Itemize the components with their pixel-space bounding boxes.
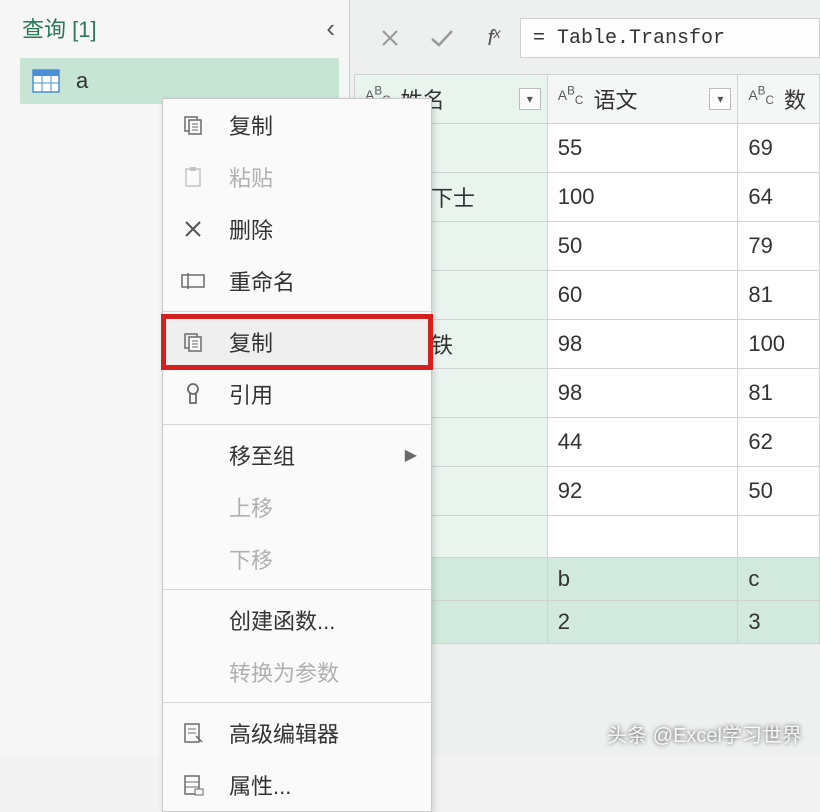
menu-move-to-group[interactable]: 移至组 ▶ [163,429,431,481]
type-indicator: ABC [748,87,774,103]
menu-label: 上移 [229,491,273,523]
context-menu: 复制 粘贴 删除 重命名 [162,98,432,812]
menu-paste: 粘贴 [163,151,431,203]
paste-icon [177,166,209,188]
rename-icon [177,272,209,290]
menu-create-function[interactable]: 创建函数... [163,594,431,646]
cell-value[interactable]: 98 [547,369,738,418]
menu-duplicate[interactable]: 复制 [163,316,431,368]
cell-value[interactable]: 79 [738,222,820,271]
column-header-chinese[interactable]: ABC 语文 ▾ [547,75,738,124]
menu-copy[interactable]: 复制 [163,99,431,151]
cell-value[interactable]: 60 [547,271,738,320]
menu-separator [163,424,431,425]
duplicate-icon [177,331,209,353]
cell-value[interactable]: c [738,558,820,601]
menu-label: 重命名 [229,265,295,297]
cell-value[interactable]: 100 [547,173,738,222]
menu-label: 下移 [229,543,273,575]
watermark: 头条 @Excel学习世界 [607,719,802,748]
panel-title: 查询 [22,17,66,42]
filter-dropdown-icon[interactable]: ▾ [709,88,731,110]
menu-properties[interactable]: 属性... [163,759,431,811]
type-indicator: ABC [558,87,584,103]
cell-value[interactable]: b [547,558,738,601]
formula-input[interactable] [520,18,820,58]
menu-reference[interactable]: 引用 [163,368,431,420]
properties-icon [177,774,209,796]
cell-value[interactable]: 44 [547,418,738,467]
cell-value[interactable]: 50 [547,222,738,271]
menu-separator [163,702,431,703]
menu-label: 删除 [229,213,273,245]
cell-value[interactable]: 55 [547,124,738,173]
reference-icon [177,383,209,405]
menu-separator [163,589,431,590]
menu-move-down: 下移 [163,533,431,585]
menu-label: 转换为参数 [229,656,339,688]
chevron-right-icon: ▶ [405,445,417,465]
cell-value[interactable]: 69 [738,124,820,173]
table-icon [32,69,60,93]
column-header-col3[interactable]: ABC 数 [738,75,820,124]
menu-delete[interactable]: 删除 [163,203,431,255]
fx-icon[interactable]: fx [468,25,520,51]
cell-value[interactable]: 3 [738,601,820,644]
menu-label: 粘贴 [229,161,273,193]
menu-label: 复制 [229,326,273,358]
queries-panel: 查询 [1] ‹ a 复制 [0,0,350,756]
menu-rename[interactable]: 重命名 [163,255,431,307]
menu-advanced-editor[interactable]: 高级编辑器 [163,707,431,759]
cell-value[interactable]: 64 [738,173,820,222]
filter-dropdown-icon[interactable]: ▾ [519,88,541,110]
cell-value[interactable]: 50 [738,467,820,516]
menu-move-up: 上移 [163,481,431,533]
menu-label: 高级编辑器 [229,717,339,749]
menu-label: 属性... [229,769,291,801]
cell-value[interactable]: 62 [738,418,820,467]
confirm-icon[interactable] [416,27,468,49]
formula-bar: fx [364,16,820,60]
menu-separator [163,311,431,312]
menu-label: 移至组 [229,439,295,471]
copy-icon [177,114,209,136]
query-count: [1] [72,17,96,42]
delete-icon [177,219,209,239]
cell-value[interactable]: 2 [547,601,738,644]
cell-value[interactable]: 92 [547,467,738,516]
cancel-icon[interactable] [364,27,416,49]
menu-label: 复制 [229,109,273,141]
menu-label: 创建函数... [229,604,335,636]
collapse-icon[interactable]: ‹ [326,13,335,44]
editor-icon [177,722,209,744]
cell-value[interactable]: 98 [547,320,738,369]
cell-value[interactable]: 81 [738,271,820,320]
cell-value[interactable]: 81 [738,369,820,418]
menu-label: 引用 [229,378,273,410]
menu-convert-to-param: 转换为参数 [163,646,431,698]
cell-value[interactable]: 100 [738,320,820,369]
query-label: a [76,68,88,94]
